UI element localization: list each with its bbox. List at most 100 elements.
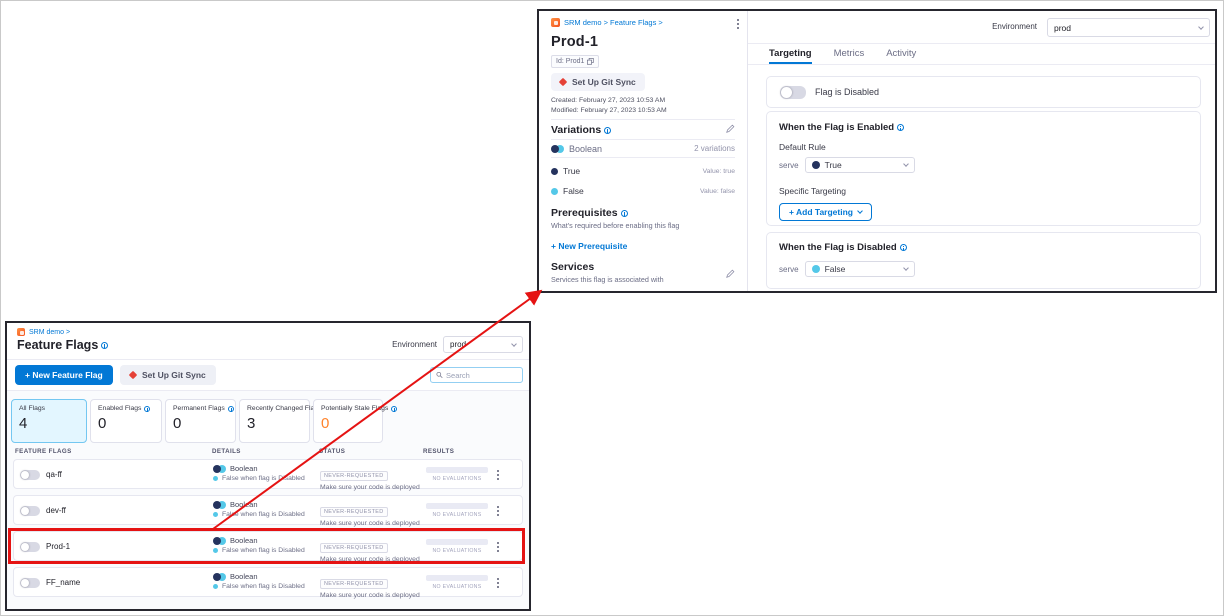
false-variation-dot [213,548,218,553]
info-icon[interactable] [604,127,611,134]
stat-value: 0 [98,415,154,432]
flag-name: qa-ff [46,470,62,479]
variation-type-label: Boolean [230,572,258,581]
modified-timestamp: Modified: February 27, 2023 10:53 AM [551,107,667,114]
false-variation-dot [812,265,820,273]
kebab-menu-icon[interactable] [734,16,742,32]
environment-value: prod [1054,23,1071,33]
table-row[interactable]: qa-ff Boolean False when flag is Disable… [13,459,523,489]
results-sub-label: NO EVALUATIONS [422,584,492,590]
chevron-down-icon [903,161,909,167]
add-targeting-button[interactable]: + Add Targeting [779,203,872,221]
variation-name: False [563,186,584,196]
info-icon[interactable] [228,406,234,412]
serve-label: serve [779,265,799,274]
results-sub-label: NO EVALUATIONS [422,476,492,482]
new-prerequisite-link[interactable]: + New Prerequisite [551,241,627,251]
copy-icon[interactable] [587,58,594,65]
environment-select[interactable]: prod [1047,18,1210,37]
git-sync-icon [559,78,567,86]
results-bar [426,503,488,509]
environment-bar: Environment prod [748,11,1215,44]
flag-state-label: Flag is Disabled [815,87,879,97]
search-box [430,367,523,383]
variation-name: True [563,166,580,176]
when-enabled-heading: When the Flag is Enabled [779,122,1188,133]
status-badge: NEVER-REQUESTED [320,471,388,481]
default-rule-serve-row: serve True [779,157,1188,173]
edit-variations-icon[interactable] [726,124,735,133]
kebab-menu-icon[interactable] [494,467,502,483]
table-row-prod-1[interactable]: Prod-1 Boolean False when flag is Disabl… [13,531,523,561]
prerequisites-description: What's required before enabling this fla… [551,221,679,230]
variation-false-row: False Value: false [551,186,735,196]
flag-toggle[interactable] [20,578,40,588]
serve-value: False [825,264,846,274]
breadcrumb[interactable]: SRM demo > Feature Flags > [551,18,663,27]
status-sub-label: Make sure your code is deployed [320,484,420,491]
tab-activity[interactable]: Activity [886,48,916,64]
results-sub-label: NO EVALUATIONS [422,548,492,554]
stat-value: 3 [247,415,302,432]
flag-toggle[interactable] [20,506,40,516]
list-body: All Flags 4 Enabled Flags 0 Permanent Fl… [7,390,529,609]
status-badge: NEVER-REQUESTED [320,579,388,589]
screenshot-canvas: SRM demo > Feature Flags > Prod-1 Id: Pr… [0,0,1224,616]
environment-select[interactable]: prod [443,336,523,353]
srm-module-icon [551,18,560,27]
serve-label: serve [779,161,799,170]
boolean-variation-icon [213,537,226,545]
status-cell: NEVER-REQUESTED Make sure your code is d… [320,464,420,491]
divider [551,119,735,120]
info-icon[interactable] [144,406,150,412]
specific-targeting-label: Specific Targeting [779,186,1188,196]
info-icon[interactable] [621,210,628,217]
boolean-variation-icon [213,465,226,473]
kebab-menu-icon[interactable] [494,575,502,591]
setup-git-sync-button[interactable]: Set Up Git Sync [120,365,216,385]
results-bar [426,467,488,473]
tab-metrics[interactable]: Metrics [834,48,865,64]
search-input[interactable] [446,371,517,380]
table-row[interactable]: FF_name Boolean False when flag is Disab… [13,567,523,597]
variation-type-label: Boolean [230,536,258,545]
flag-detail-panel: SRM demo > Feature Flags > Prod-1 Id: Pr… [537,9,1217,293]
info-icon[interactable] [900,244,907,251]
flag-toggle[interactable] [20,470,40,480]
services-heading: Services [551,261,594,273]
stat-card-all-flags[interactable]: All Flags 4 [11,399,87,443]
variation-count: 2 variations [694,144,735,153]
kebab-menu-icon[interactable] [494,539,502,555]
chevron-down-icon [511,341,517,347]
stat-card-recently-changed-flags[interactable]: Recently Changed Flags 3 [239,399,310,443]
breadcrumb[interactable]: SRM demo > [17,328,70,336]
info-icon[interactable] [101,342,108,349]
stat-value: 4 [19,415,79,432]
column-header-details: DETAILS [212,448,241,455]
kebab-menu-icon[interactable] [494,503,502,519]
stat-card-potentially-stale-flags[interactable]: Potentially Stale Flags 0 [313,399,383,443]
edit-services-icon[interactable] [726,269,735,278]
flag-enabled-toggle[interactable] [780,86,806,99]
stat-card-enabled-flags[interactable]: Enabled Flags 0 [90,399,162,443]
serve-variation-select[interactable]: False [805,261,915,277]
table-row[interactable]: dev-ff Boolean False when flag is Disabl… [13,495,523,525]
stat-card-permanent-flags[interactable]: Permanent Flags 0 [165,399,236,443]
git-sync-label: Set Up Git Sync [142,370,206,380]
status-cell: NEVER-REQUESTED Make sure your code is d… [320,536,420,563]
serve-variation-select[interactable]: True [805,157,915,173]
tab-targeting[interactable]: Targeting [769,48,812,64]
setup-git-sync-button[interactable]: Set Up Git Sync [551,73,645,91]
new-feature-flag-button[interactable]: + New Feature Flag [15,365,113,385]
status-sub-label: Make sure your code is deployed [320,520,420,527]
when-disabled-heading: When the Flag is Disabled [779,242,1188,253]
flag-toggle[interactable] [20,542,40,552]
info-icon[interactable] [391,406,397,412]
column-header-feature-flags: FEATURE FLAGS [15,448,72,455]
flag-id-chip[interactable]: Id: Prod1 [551,55,599,68]
info-icon[interactable] [897,124,904,131]
search-icon [436,371,443,379]
stat-value: 0 [173,415,228,432]
flag-detail-sidebar: SRM demo > Feature Flags > Prod-1 Id: Pr… [539,11,748,291]
boolean-variation-icon [213,501,226,509]
